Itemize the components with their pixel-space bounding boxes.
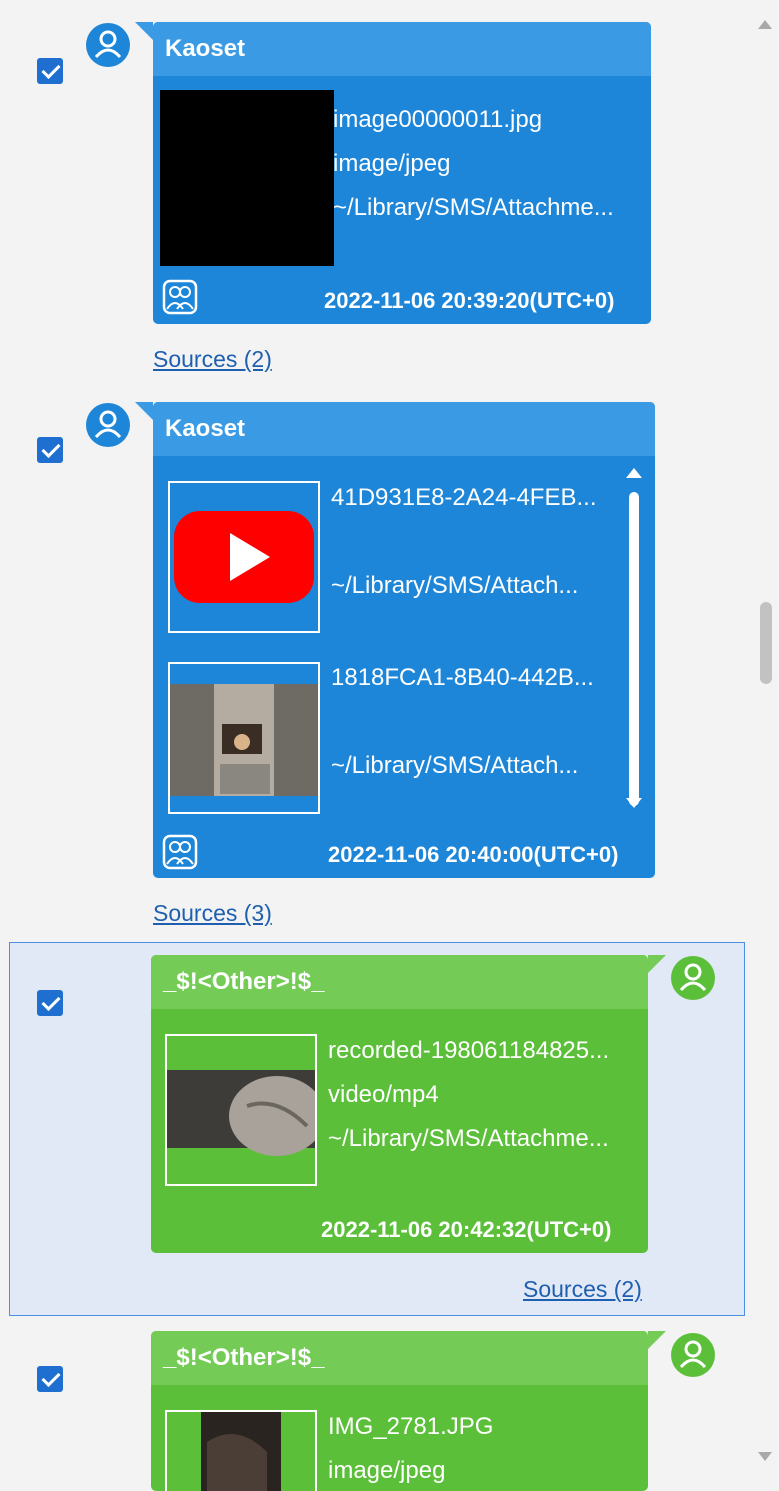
attachment-path: ~/Library/SMS/Attach... xyxy=(331,572,579,599)
sender-name: Kaoset xyxy=(153,22,651,76)
attachment-mime: image/jpeg xyxy=(328,1457,446,1484)
attachment-filename: 41D931E8-2A24-4FEB... xyxy=(331,484,597,511)
attachment-path: ~/Library/SMS/Attachme... xyxy=(333,194,614,221)
scrollbar-thumb[interactable] xyxy=(760,602,772,684)
message-timestamp: 2022-11-06 20:40:00(UTC+0) xyxy=(328,842,619,867)
scroll-down-icon[interactable] xyxy=(758,1452,772,1461)
attachment-mime: video/mp4 xyxy=(328,1081,439,1108)
message-checkbox[interactable] xyxy=(37,990,63,1016)
scroll-up-icon[interactable] xyxy=(758,20,772,29)
attachment-filename: 1818FCA1-8B40-442B... xyxy=(331,664,594,691)
sources-link[interactable]: Sources (3) xyxy=(153,900,272,927)
redacted-image-thumbnail[interactable] xyxy=(160,90,334,266)
sources-link[interactable]: Sources (2) xyxy=(523,1276,642,1303)
message-bubble[interactable]: _$!<Other>!$_ IMG_2781.JPG image/jpeg xyxy=(151,1331,648,1491)
user-avatar-icon xyxy=(86,403,130,447)
user-avatar-icon xyxy=(671,1333,715,1377)
group-icon xyxy=(162,279,198,315)
youtube-play-icon xyxy=(174,511,314,603)
sources-link[interactable]: Sources (2) xyxy=(153,346,272,373)
attachment-filename: IMG_2781.JPG xyxy=(328,1413,494,1440)
user-avatar-icon xyxy=(86,23,130,67)
video-thumbnail[interactable] xyxy=(165,1034,317,1186)
image-thumbnail[interactable] xyxy=(165,1410,317,1491)
attachments-scrollbar-thumb[interactable] xyxy=(629,492,639,806)
message-timestamp: 2022-11-06 20:42:32(UTC+0) xyxy=(321,1217,612,1242)
sender-name: _$!<Other>!$_ xyxy=(151,1331,648,1385)
message-timestamp: 2022-11-06 20:39:20(UTC+0) xyxy=(324,288,615,313)
attachment-mime: image/jpeg xyxy=(333,150,451,177)
sender-name: _$!<Other>!$_ xyxy=(151,955,648,1009)
message-bubble[interactable]: Kaoset image00000011.jpg image/jpeg ~/Li… xyxy=(153,22,651,324)
message-bubble[interactable]: Kaoset 41D931E8-2A24-4FEB... ~/Library/S… xyxy=(153,402,655,878)
attachments-scroll-up-icon[interactable] xyxy=(626,468,642,478)
attachment-filename: recorded-198061184825... xyxy=(328,1037,610,1064)
video-thumbnail[interactable] xyxy=(168,481,320,633)
message-checkbox[interactable] xyxy=(37,437,63,463)
attachment-filename: image00000011.jpg xyxy=(333,106,543,133)
message-checkbox[interactable] xyxy=(37,58,63,84)
attachments-scroll-down-icon[interactable] xyxy=(626,798,642,808)
attachment-path: ~/Library/SMS/Attach... xyxy=(331,752,579,779)
message-checkbox[interactable] xyxy=(37,1366,63,1392)
sender-name: Kaoset xyxy=(153,402,655,456)
user-avatar-icon xyxy=(671,956,715,1000)
image-thumbnail[interactable] xyxy=(168,662,320,814)
attachment-path: ~/Library/SMS/Attachme... xyxy=(328,1125,609,1152)
message-bubble[interactable]: _$!<Other>!$_ recorded-198061184825... v… xyxy=(151,955,648,1253)
group-icon xyxy=(162,834,198,870)
